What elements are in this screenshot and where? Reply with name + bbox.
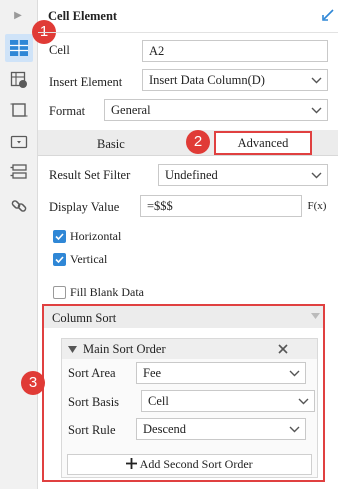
border-frame-icon <box>10 103 28 117</box>
chevron-down-icon <box>283 419 305 439</box>
close-icon[interactable] <box>278 344 288 354</box>
fill-blank-option[interactable]: Fill Blank Data <box>53 285 144 300</box>
sort-area-select[interactable]: Fee <box>136 362 306 384</box>
sort-rule-select[interactable]: Descend <box>136 418 306 440</box>
result-filter-value: Undefined <box>165 168 218 182</box>
tab-advanced[interactable]: Advanced <box>214 131 312 155</box>
main-sort-title: Main Sort Order <box>83 342 166 356</box>
hyperlink-button[interactable] <box>5 192 33 220</box>
formula-button[interactable]: F(x) <box>306 197 328 215</box>
fill-blank-label: Fill Blank Data <box>70 285 144 299</box>
pin-icon[interactable] <box>321 8 335 22</box>
step-badge-2: 2 <box>186 130 210 154</box>
add-second-sort-button[interactable]: Add Second Sort Order <box>67 454 312 475</box>
panel-header: Cell Element <box>38 0 338 33</box>
sort-area-label: Sort Area <box>68 366 116 380</box>
sort-rule-value: Descend <box>143 422 187 436</box>
chevron-down-icon <box>283 363 305 383</box>
vertical-label: Vertical <box>70 252 108 266</box>
vertical-option[interactable]: Vertical <box>53 252 107 267</box>
format-value: General <box>111 103 151 117</box>
display-value-input[interactable]: =$$$ <box>140 195 302 217</box>
sort-rule-label: Sort Rule <box>68 423 116 437</box>
insert-element-label: Insert Element <box>49 75 123 89</box>
border-button[interactable] <box>5 96 33 124</box>
side-toolbar: ▶ <box>0 0 38 489</box>
plus-icon <box>126 458 138 469</box>
format-select[interactable]: General <box>104 99 328 121</box>
widget-icon <box>10 135 28 149</box>
result-filter-label: Result Set Filter <box>49 168 131 182</box>
condition-attribute-icon <box>10 164 27 179</box>
add-second-sort-label: Add Second Sort Order <box>139 457 253 471</box>
insert-element-select[interactable]: Insert Data Column(D) <box>142 69 328 91</box>
cell-element-button[interactable] <box>5 34 33 62</box>
horizontal-checkbox[interactable] <box>53 230 66 243</box>
horizontal-label: Horizontal <box>70 229 122 243</box>
horizontal-option[interactable]: Horizontal <box>53 229 121 244</box>
sort-basis-label: Sort Basis <box>68 395 120 409</box>
widget-button[interactable] <box>5 128 33 156</box>
cell-label: Cell <box>49 43 70 57</box>
format-label: Format <box>49 104 86 118</box>
condition-attribute-button[interactable] <box>5 158 33 186</box>
sort-basis-select[interactable]: Cell <box>141 390 315 412</box>
cell-input[interactable]: A2 <box>142 40 328 62</box>
chevron-down-icon <box>305 70 327 90</box>
collapse-triangle-icon[interactable] <box>68 346 77 353</box>
insert-element-value: Insert Data Column(D) <box>149 73 265 87</box>
fill-blank-checkbox[interactable] <box>53 286 66 299</box>
expand-arrow-icon[interactable]: ▶ <box>12 10 24 22</box>
step-badge-3: 3 <box>21 371 45 395</box>
cell-attribute-button[interactable] <box>5 66 33 94</box>
sort-basis-value: Cell <box>148 394 169 408</box>
sort-area-value: Fee <box>143 366 162 380</box>
cell-element-icon <box>10 40 28 56</box>
hyperlink-icon <box>11 200 27 212</box>
display-value-label: Display Value <box>49 200 120 214</box>
chevron-down-icon <box>305 100 327 120</box>
panel-title: Cell Element <box>48 9 118 23</box>
vertical-checkbox[interactable] <box>53 253 66 266</box>
chevron-down-icon <box>292 391 314 411</box>
result-filter-select[interactable]: Undefined <box>158 164 328 186</box>
chevron-down-icon <box>305 165 327 185</box>
cell-attribute-icon <box>10 71 27 88</box>
tab-basic[interactable]: Basic <box>97 137 125 152</box>
